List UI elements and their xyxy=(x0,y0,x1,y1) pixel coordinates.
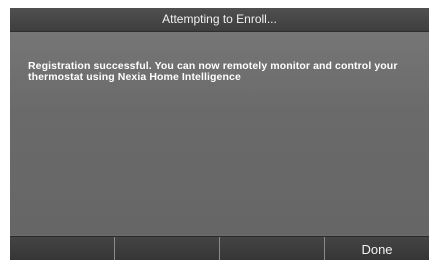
softkey-bar: Done xyxy=(10,236,429,260)
softkey-3-button[interactable] xyxy=(220,237,325,260)
done-button[interactable]: Done xyxy=(325,237,429,260)
softkey-2-button[interactable] xyxy=(115,237,220,260)
title-bar: Attempting to Enroll... xyxy=(10,8,429,32)
softkey-1-button[interactable] xyxy=(10,237,115,260)
registration-message: Registration successful. You can now rem… xyxy=(28,60,398,83)
message-area: Registration successful. You can now rem… xyxy=(10,32,429,235)
screen-title: Attempting to Enroll... xyxy=(162,12,277,26)
thermostat-screen: Attempting to Enroll... Registration suc… xyxy=(10,8,429,260)
